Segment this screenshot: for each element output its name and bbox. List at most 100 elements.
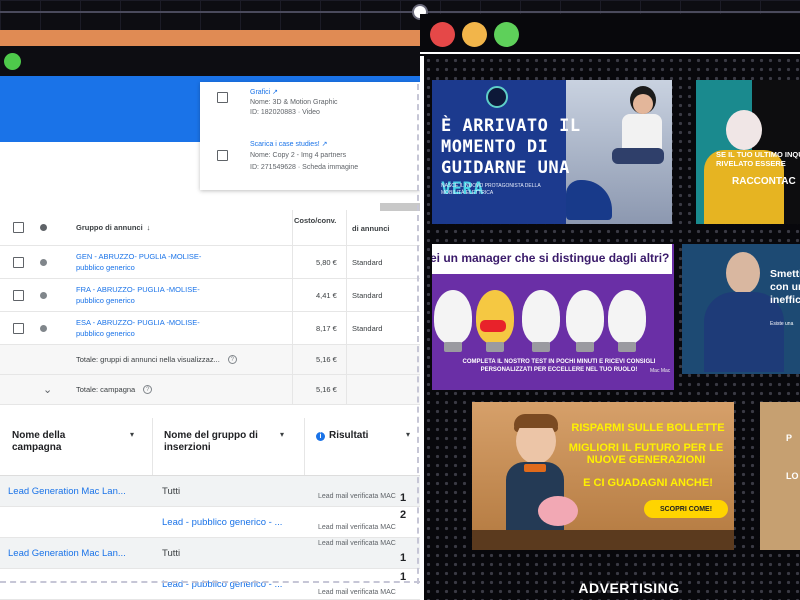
sort-menu-icon[interactable]: ▾ <box>280 430 284 439</box>
column-header-ad-set[interactable]: Nome del gruppo di inserzioni <box>164 430 274 454</box>
ad-creative-partial[interactable]: P LO <box>760 402 800 550</box>
minimize-button[interactable] <box>462 22 487 47</box>
ad-type: Standard <box>352 257 383 267</box>
ad-body-text: COMPLETA IL NOSTRO TEST IN POCHI MINUTI … <box>462 359 656 373</box>
brand-signature: Mac Mac <box>650 368 671 374</box>
ad-headline: ineffic <box>770 294 800 306</box>
maximize-button[interactable] <box>494 22 519 47</box>
help-icon[interactable]: ? <box>227 355 237 364</box>
total-label: Totale: gruppi di annunci nella visualiz… <box>76 355 220 364</box>
discover-button[interactable]: SCOPRI COME! <box>644 500 728 518</box>
ad-group-link[interactable]: FRA - ABRUZZO- PUGLIA -MOLISE- <box>76 284 200 295</box>
status-dot-icon <box>40 258 47 266</box>
total-value: 5,16 € <box>316 385 337 394</box>
piggy-bank-icon <box>538 496 578 526</box>
row-checkbox[interactable] <box>13 256 24 268</box>
row-checkbox[interactable] <box>13 322 24 334</box>
table-row[interactable]: ESA - ABRUZZO- PUGLIA -MOLISE- pubblico … <box>0 312 420 345</box>
person-image <box>726 110 762 150</box>
column-header-ad-group[interactable]: Gruppo di annunci <box>76 223 143 232</box>
ad-headline: MOMENTO DI <box>441 137 549 157</box>
table-row[interactable]: Lead Generation Mac Lan... Tutti Lead ma… <box>0 476 420 507</box>
ad-group-link-sub[interactable]: pubblico generico <box>76 295 135 306</box>
lightbulb-icon <box>434 290 472 352</box>
ad-text: P <box>786 433 793 443</box>
asset-link[interactable]: Scarica i case studies! ↗ <box>250 140 327 148</box>
result-label: Lead mail verificata MAC <box>318 540 396 547</box>
ad-set-name: Tutti <box>162 548 181 559</box>
status-dot-icon <box>40 324 47 332</box>
ad-text: SE IL TUO ULTIMO INQU... SI È RIVELATO E… <box>716 150 800 168</box>
table-row[interactable]: GEN - ABRUZZO- PUGLIA -MOLISE- pubblico … <box>0 246 420 279</box>
total-value: 5,16 € <box>316 355 337 364</box>
ad-tagline: E CI GUADAGNI ANCHE! <box>583 477 713 489</box>
ad-creative-injury[interactable]: SE IL TUO ULTIMO INQU... SI È RIVELATO E… <box>696 80 800 224</box>
table-row[interactable]: FRA - ABRUZZO- PUGLIA -MOLISE- pubblico … <box>0 279 420 312</box>
asset-id: ID: 271549628 · Scheda immagine <box>250 164 359 171</box>
cost-value: 5,80 € <box>316 257 337 267</box>
ad-group-link-sub[interactable]: pubblico generico <box>76 328 135 339</box>
ad-subtext: Esiste una <box>770 321 794 327</box>
brand-logo-icon <box>486 86 508 108</box>
ad-headline: con un <box>770 281 800 293</box>
select-all-checkbox[interactable] <box>13 222 24 233</box>
sort-menu-icon[interactable]: ▾ <box>130 430 134 439</box>
status-dot-icon <box>40 291 47 299</box>
bowtie-icon <box>480 320 506 332</box>
ad-headline: RISPARMI SULLE BOLLETTE <box>571 422 725 434</box>
ad-cta-text: RACCONTAC <box>732 176 796 187</box>
result-label: Lead mail verificata MAC <box>318 524 396 531</box>
campaign-link[interactable]: Lead Generation Mac Lan... <box>8 486 126 497</box>
ads-gallery: È ARRIVATO IL MOMENTO DI GUIDARNE UNA VE… <box>420 56 800 600</box>
lightbulb-icon <box>608 290 646 352</box>
info-icon[interactable]: i <box>316 432 325 441</box>
ad-text: LO <box>786 471 799 481</box>
chevron-down-icon[interactable]: ⌄ <box>43 375 52 404</box>
checkbox[interactable] <box>217 92 228 103</box>
ad-headline: GUIDARNE UNA <box>441 158 570 178</box>
ads-gallery-window: È ARRIVATO IL MOMENTO DI GUIDARNE UNA VE… <box>420 14 800 600</box>
ad-creative-manager[interactable]: ei un manager che si distingue dagli alt… <box>432 244 674 390</box>
lightbulb-icon <box>476 290 514 352</box>
asset-id: ID: 182020883 · Video <box>250 109 320 116</box>
maximize-button[interactable] <box>4 53 21 70</box>
column-header-cost[interactable]: Costo/conv. <box>294 210 336 245</box>
column-header-type[interactable]: di annunci <box>352 210 390 245</box>
ad-creative-bollette[interactable]: RISPARMI SULLE BOLLETTE MIGLIORI IL FUTU… <box>472 402 734 550</box>
frame-guide-line <box>0 11 800 13</box>
column-header-campaign[interactable]: Nome della campagna <box>12 430 92 454</box>
result-label: Lead mail verificata MAC <box>318 589 396 596</box>
sort-menu-icon[interactable]: ▾ <box>406 430 410 439</box>
result-value: 2 <box>400 509 407 521</box>
campaign-link[interactable]: Lead Generation Mac Lan... <box>8 548 126 559</box>
result-value: 1 <box>400 492 407 504</box>
ad-creative-mobility[interactable]: È ARRIVATO IL MOMENTO DI GUIDARNE UNA VE… <box>432 80 672 224</box>
column-header-results[interactable]: Risultati <box>329 430 368 441</box>
selection-outline <box>0 581 420 583</box>
ad-set-link[interactable]: Lead - pubblico generico - ... <box>162 517 282 528</box>
ad-creative-businessman[interactable]: Smetti con un ineffic Esiste una <box>682 244 800 374</box>
sort-arrow-icon[interactable]: ↓ <box>147 223 151 232</box>
checkbox[interactable] <box>217 150 228 161</box>
table-row[interactable]: Lead - pubblico generico - ... Lead mail… <box>0 507 420 538</box>
asset-popup: Grafici ↗ Nome: 3D & Motion Graphic ID: … <box>200 82 420 190</box>
table-header: Gruppo di annunci ↓ Costo/conv. di annun… <box>0 210 420 246</box>
row-checkbox[interactable] <box>13 289 24 301</box>
table-header: Nome della campagna ▾ Nome del gruppo di… <box>0 418 420 476</box>
help-icon[interactable]: ? <box>143 385 153 394</box>
table-row[interactable]: Lead - pubblico generico - ... Lead mail… <box>0 569 420 600</box>
result-label: Lead mail verificata MAC <box>318 493 396 500</box>
ads-manager-window: Grafici ↗ Nome: 3D & Motion Graphic ID: … <box>0 30 420 600</box>
result-value: 1 <box>400 552 407 564</box>
total-row: ⌄ Totale: campagna ? 5,16 € <box>0 375 420 405</box>
ad-group-link-sub[interactable]: pubblico generico <box>76 262 135 273</box>
ad-type: Standard <box>352 290 383 300</box>
asset-link[interactable]: Grafici ↗ <box>250 88 278 96</box>
window-accent-bar <box>0 30 420 46</box>
ad-group-link[interactable]: ESA - ABRUZZO- PUGLIA -MOLISE- <box>76 317 200 328</box>
close-button[interactable] <box>430 22 455 47</box>
ad-headline: È ARRIVATO IL <box>441 116 581 136</box>
ad-group-link[interactable]: GEN - ABRUZZO- PUGLIA -MOLISE- <box>76 251 201 262</box>
lightbulb-icon <box>522 290 560 352</box>
table-row[interactable]: Lead Generation Mac Lan... Tutti Lead ma… <box>0 538 420 569</box>
